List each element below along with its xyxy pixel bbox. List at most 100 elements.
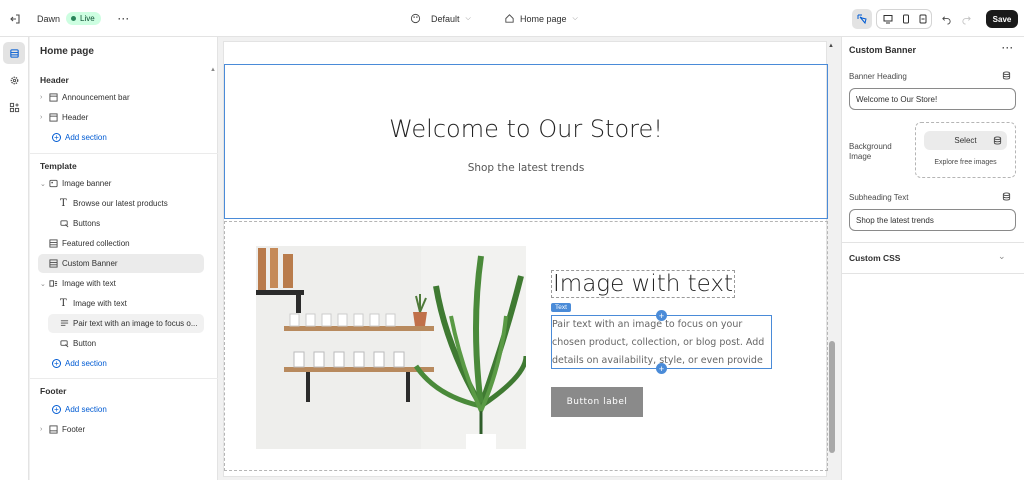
redo-icon[interactable] <box>956 9 976 29</box>
collection-icon <box>49 239 62 248</box>
exit-icon[interactable] <box>5 9 25 29</box>
dynamic-source-icon[interactable] <box>1002 71 1011 82</box>
add-section-label: Add section <box>65 133 107 142</box>
image-with-text-section[interactable]: Image with text Text Pair text with an i… <box>224 221 828 471</box>
sections-icon[interactable] <box>3 42 25 64</box>
banner-heading-input[interactable]: Welcome to Our Store! <box>849 88 1016 110</box>
custom-banner-section[interactable]: Welcome to Our Store! Shop the latest tr… <box>224 64 828 219</box>
left-rail <box>0 37 29 480</box>
text-block-tag: Text <box>551 303 571 312</box>
sidebar-item-image-banner[interactable]: ⌄ Image banner <box>40 174 210 193</box>
add-section-label: Add section <box>65 359 107 368</box>
scroll-up-icon[interactable]: ▲ <box>210 67 216 73</box>
chevron-right-icon[interactable]: › <box>40 114 49 121</box>
page-label: Home page <box>520 13 567 24</box>
custom-css-accordion[interactable]: Custom CSS ⌄ <box>842 243 1024 273</box>
sidebar-item-label: Buttons <box>73 219 101 228</box>
button-icon <box>60 219 73 228</box>
sidebar-item-announcement-bar[interactable]: › Announcement bar <box>40 88 210 107</box>
iwt-button[interactable]: Button label <box>551 387 643 417</box>
background-image-picker: Select Explore free images <box>915 122 1016 178</box>
group-template: Template <box>40 161 77 171</box>
gear-icon[interactable] <box>3 69 25 91</box>
section-icon <box>49 93 62 102</box>
save-button[interactable]: Save <box>986 10 1018 28</box>
add-section-label: Add section <box>65 405 107 414</box>
undo-icon[interactable] <box>936 9 956 29</box>
chevron-down-icon[interactable]: ⌄ <box>40 180 49 188</box>
plus-circle-icon: + <box>52 359 61 368</box>
add-section-template-button[interactable]: + Add section <box>52 354 107 373</box>
fullscreen-icon[interactable] <box>915 12 930 26</box>
add-section-header-button[interactable]: + Add section <box>52 128 107 147</box>
sidebar-title: Home page <box>40 46 94 57</box>
subheading-text-input[interactable]: Shop the latest trends <box>849 209 1016 231</box>
theme-info: Dawn Live <box>37 0 101 37</box>
sidebar-item-image-with-text[interactable]: ⌄ Image with text <box>40 274 210 293</box>
add-block-above-icon[interactable]: + <box>656 310 667 321</box>
live-badge: Live <box>66 12 101 25</box>
dynamic-source-icon[interactable] <box>1002 192 1011 203</box>
divider <box>842 273 1024 274</box>
button-icon <box>60 339 73 348</box>
image-text-icon <box>49 279 62 288</box>
select-image-button[interactable]: Select <box>924 131 1007 150</box>
divider <box>30 378 218 379</box>
sidebar-item-label: Footer <box>62 425 86 434</box>
sidebar-item-custom-banner[interactable]: Custom Banner <box>38 254 204 273</box>
subheading-text-label: Subheading Text <box>849 193 909 202</box>
iwt-heading[interactable]: Image with text <box>551 270 736 298</box>
chevron-down-icon: ⌵ <box>572 14 578 22</box>
desktop-icon[interactable] <box>880 12 895 26</box>
chevron-down-icon: ⌄ <box>998 251 1006 261</box>
sidebar-item-header[interactable]: › Header <box>40 108 210 127</box>
page-selector[interactable]: Home page ⌵ <box>504 0 578 37</box>
group-footer: Footer <box>40 386 67 396</box>
chevron-down-icon: ⌵ <box>465 14 471 22</box>
inspector-icon[interactable] <box>852 9 872 29</box>
sidebar-item-featured-collection[interactable]: Featured collection <box>40 234 210 253</box>
section-icon <box>49 113 62 122</box>
divider <box>30 153 218 154</box>
panel-more-button[interactable]: ··· <box>1002 43 1014 53</box>
live-dot-icon <box>71 16 77 21</box>
viewport-toggle <box>876 9 932 29</box>
sidebar-block-heading[interactable]: T Image with text <box>60 294 210 313</box>
plus-circle-icon: + <box>52 133 61 142</box>
chevron-down-icon[interactable]: ⌄ <box>40 280 49 288</box>
apps-icon[interactable] <box>3 96 25 118</box>
explore-free-images-link[interactable]: Explore free images <box>916 159 1015 166</box>
home-icon <box>505 14 514 23</box>
shelf-plant-image <box>256 246 526 449</box>
chevron-right-icon[interactable]: › <box>40 94 49 101</box>
sidebar-item-label: Image with text <box>73 299 127 308</box>
add-block-below-icon[interactable]: + <box>656 363 667 374</box>
dynamic-source-icon[interactable] <box>993 136 1002 145</box>
paragraph-icon <box>60 319 73 328</box>
add-section-footer-button[interactable]: + Add section <box>52 400 107 419</box>
sidebar-item-label: Image with text <box>62 279 116 288</box>
iwt-body-text[interactable]: Pair text with an image to focus on your… <box>551 315 772 369</box>
canvas-scrollbar[interactable] <box>829 341 835 453</box>
sidebar-item-footer[interactable]: › Footer <box>40 420 210 439</box>
preset-selector[interactable]: Default ⌵ <box>410 0 471 37</box>
plus-circle-icon: + <box>52 405 61 414</box>
store-preview: Welcome to Our Store! Shop the latest tr… <box>223 41 828 477</box>
palette-icon <box>410 13 421 24</box>
sidebar-item-label: Announcement bar <box>62 93 130 102</box>
more-actions-button[interactable]: ··· <box>118 0 130 37</box>
sidebar-block-buttons[interactable]: Buttons <box>60 214 210 233</box>
theme-name: Dawn <box>37 13 61 24</box>
select-label: Select <box>954 136 977 145</box>
sidebar-item-label: Pair text with an image to focus o... <box>73 319 198 328</box>
preset-label: Default <box>431 13 460 24</box>
sidebar-block-text[interactable]: Pair text with an image to focus o... <box>48 314 204 333</box>
footer-icon <box>49 425 62 434</box>
scroll-up-icon[interactable]: ▲ <box>828 43 834 49</box>
sidebar-block-button[interactable]: Button <box>60 334 210 353</box>
chevron-right-icon[interactable]: › <box>40 426 49 433</box>
mobile-icon[interactable] <box>898 12 913 26</box>
settings-panel: Custom Banner ··· Banner Heading Welcome… <box>841 37 1024 480</box>
sidebar-block-heading[interactable]: T Browse our latest products <box>60 194 210 213</box>
sidebar-item-label: Image banner <box>62 179 112 188</box>
